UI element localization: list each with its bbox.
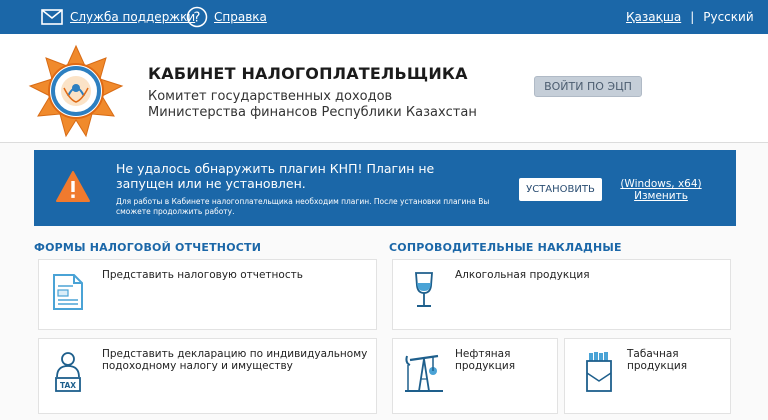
alert-description: Для работы в Кабинете налогоплательщика … <box>116 197 490 216</box>
oil-pump-icon <box>405 354 443 392</box>
emblem-logo-icon <box>28 44 124 138</box>
login-eds-button[interactable]: ВОЙТИ ПО ЭЦП <box>534 76 642 97</box>
warning-icon <box>56 171 90 202</box>
card-alcohol-products[interactable]: Алкогольная продукция <box>392 259 731 330</box>
tax-report-icon <box>53 274 83 310</box>
support-link[interactable]: Служба поддержки <box>70 0 195 34</box>
lang-separator: | <box>690 10 695 24</box>
header-subtitle: Комитет государственных доходов Министер… <box>148 89 477 121</box>
wine-glass-icon <box>415 272 433 307</box>
site-header: КАБИНЕТ НАЛОГОПЛАТЕЛЬЩИКА Комитет госуда… <box>0 34 768 143</box>
card-tobacco-products[interactable]: Табачная продукция <box>564 338 731 414</box>
card-label: Алкогольная продукция <box>455 269 590 281</box>
card-label: Представить декларацию по индивидуальном… <box>102 348 368 372</box>
envelope-icon[interactable] <box>41 7 63 27</box>
help-icon[interactable]: ? <box>186 6 208 28</box>
change-os-link[interactable]: Изменить <box>616 190 706 202</box>
help-link[interactable]: Справка <box>214 0 267 34</box>
cigarette-pack-icon <box>586 352 612 392</box>
page-title: КАБИНЕТ НАЛОГОПЛАТЕЛЬЩИКА <box>148 64 468 83</box>
card-label: Табачная продукция <box>627 348 688 372</box>
card-label: Представить налоговую отчетность <box>102 269 303 281</box>
lang-russian-current: Русский <box>703 10 754 24</box>
language-switcher: Қазақша | Русский <box>626 0 754 34</box>
card-submit-tax-report[interactable]: Представить налоговую отчетность <box>38 259 377 330</box>
card-submit-declaration[interactable]: TAX Представить декларацию по индивидуал… <box>38 338 377 414</box>
lang-kazakh-link[interactable]: Қазақша <box>626 10 681 24</box>
section-title-waybills: СОПРОВОДИТЕЛЬНЫЕ НАКЛАДНЫЕ <box>389 241 622 254</box>
card-oil-products[interactable]: Нефтяная продукция <box>392 338 558 414</box>
os-label-link[interactable]: (Windows, x64) <box>616 178 706 190</box>
tax-person-icon: TAX <box>55 352 81 392</box>
subtitle-line-1: Комитет государственных доходов <box>148 89 393 104</box>
plugin-alert-banner: Не удалось обнаружить плагин КНП! Плагин… <box>34 150 736 226</box>
svg-text:?: ? <box>194 11 201 26</box>
section-title-tax-forms: ФОРМЫ НАЛОГОВОЙ ОТЧЕТНОСТИ <box>34 241 262 254</box>
os-selector: (Windows, x64) Изменить <box>616 178 706 202</box>
card-label: Нефтяная продукция <box>455 348 516 372</box>
subtitle-line-2: Министерства финансов Республики Казахст… <box>148 105 477 120</box>
alert-title: Не удалось обнаружить плагин КНП! Плагин… <box>116 161 435 191</box>
top-bar: Служба поддержки ? Справка Қазақша | Рус… <box>0 0 768 34</box>
install-button[interactable]: УСТАНОВИТЬ <box>519 178 602 201</box>
svg-text:TAX: TAX <box>60 381 76 390</box>
